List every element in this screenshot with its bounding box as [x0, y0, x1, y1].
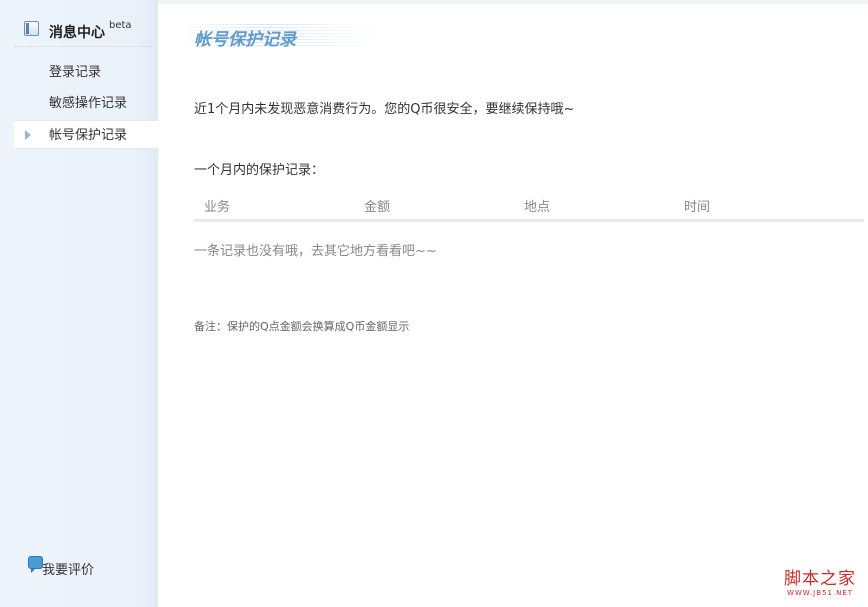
column-header-business: 业务 — [204, 200, 231, 215]
beta-label: beta — [109, 20, 132, 31]
remark-note: 备注：保护的Q点金额会换算成Q币金额显示 — [194, 320, 410, 333]
feedback-label: 我要评价 — [42, 563, 95, 578]
column-header-location: 地点 — [524, 200, 551, 215]
sidebar-item-login-records[interactable]: 登录记录 — [14, 58, 158, 87]
column-header-amount: 金额 — [364, 200, 391, 215]
watermark-url: WWW.JB51.NET — [786, 589, 854, 597]
page-title: 帐号保护记录 — [194, 30, 296, 50]
records-table-header: 业务 金额 地点 时间 — [194, 192, 864, 222]
column-header-time: 时间 — [684, 200, 711, 215]
sidebar-title: 消息中心 — [49, 25, 105, 41]
safety-notice: 近1个月内未发现恶意消费行为。您的Q币很安全，要继续保持哦~ — [194, 102, 575, 117]
empty-records-message: 一条记录也没有哦，去其它地方看看吧~~ — [194, 244, 437, 259]
message-center-icon — [24, 21, 39, 36]
sidebar-item-label: 敏感操作记录 — [49, 96, 128, 111]
chat-bubble-icon — [28, 556, 43, 573]
triangle-right-icon — [25, 130, 31, 140]
sidebar-item-sensitive-operations[interactable]: 敏感操作记录 — [14, 89, 158, 118]
sidebar-item-label: 帐号保护记录 — [49, 128, 128, 143]
records-section-title: 一个月内的保护记录： — [194, 163, 325, 178]
main-content: 帐号保护记录 近1个月内未发现恶意消费行为。您的Q币很安全，要继续保持哦~ 一个… — [158, 0, 868, 607]
sidebar-item-account-protection[interactable]: 帐号保护记录 — [14, 120, 158, 149]
sidebar-item-label: 登录记录 — [49, 65, 102, 80]
sidebar-header: 消息中心 beta — [14, 20, 154, 47]
sidebar: 消息中心 beta 登录记录 敏感操作记录 帐号保护记录 我要评价 — [0, 0, 158, 607]
site-watermark: 脚本之家 WWW.JB51.NET — [784, 564, 856, 597]
watermark-text: 脚本之家 — [784, 569, 856, 589]
